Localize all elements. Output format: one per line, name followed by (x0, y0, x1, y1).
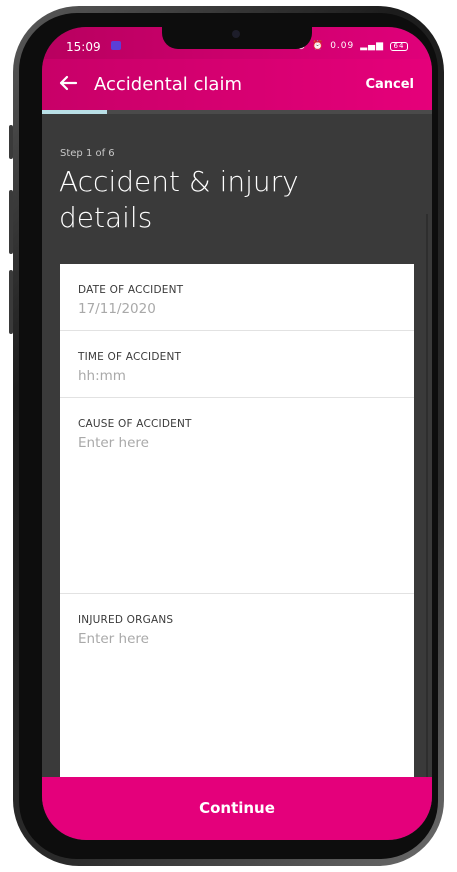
phone-side-button (9, 270, 13, 334)
main-content: Step 1 of 6 Accident & injury details DA… (42, 114, 432, 840)
scrollbar[interactable] (426, 214, 428, 814)
notification-app-icon (111, 41, 121, 50)
form-card: DATE OF ACCIDENT 17/11/2020 TIME OF ACCI… (60, 264, 414, 784)
cause-of-accident-input[interactable]: Enter here (78, 435, 149, 451)
camera-icon (232, 30, 240, 38)
back-arrow-icon[interactable] (56, 71, 80, 95)
date-of-accident-label: DATE OF ACCIDENT (78, 284, 184, 296)
cause-of-accident-field[interactable]: CAUSE OF ACCIDENT Enter here (60, 398, 414, 594)
battery-icon: 64 (390, 41, 408, 51)
phone-side-button (9, 190, 13, 254)
time-of-accident-label: TIME OF ACCIDENT (78, 351, 182, 363)
alarm-icon: ⏰ (311, 41, 325, 51)
app-title: Accidental claim (94, 74, 242, 95)
signal-icon: ▂▄▆ (360, 41, 384, 51)
date-of-accident-field[interactable]: DATE OF ACCIDENT 17/11/2020 (60, 264, 414, 331)
continue-button[interactable]: Continue (42, 777, 432, 840)
page-title: Accident & injury details (59, 165, 299, 234)
data-speed: 0.09 (330, 41, 355, 51)
app-bar: Accidental claim Cancel (42, 59, 432, 110)
status-icons: ◍ ⏰ 0.09 ▂▄▆ 64 (297, 41, 408, 51)
phone-side-button (9, 125, 13, 159)
camera-notch (162, 27, 312, 49)
injured-organs-field[interactable]: INJURED ORGANS Enter here (60, 594, 414, 784)
phone-screen: 15:09 ◍ ⏰ 0.09 ▂▄▆ 64 Accidental claim C… (42, 27, 432, 840)
date-of-accident-value[interactable]: 17/11/2020 (78, 301, 156, 317)
injured-organs-label: INJURED ORGANS (78, 614, 174, 626)
time-of-accident-field[interactable]: TIME OF ACCIDENT hh:mm (60, 331, 414, 398)
cause-of-accident-label: CAUSE OF ACCIDENT (78, 418, 192, 430)
status-time: 15:09 (66, 40, 101, 54)
step-label: Step 1 of 6 (60, 148, 115, 159)
time-of-accident-input[interactable]: hh:mm (78, 368, 126, 384)
cancel-button[interactable]: Cancel (365, 77, 414, 92)
injured-organs-input[interactable]: Enter here (78, 631, 149, 647)
